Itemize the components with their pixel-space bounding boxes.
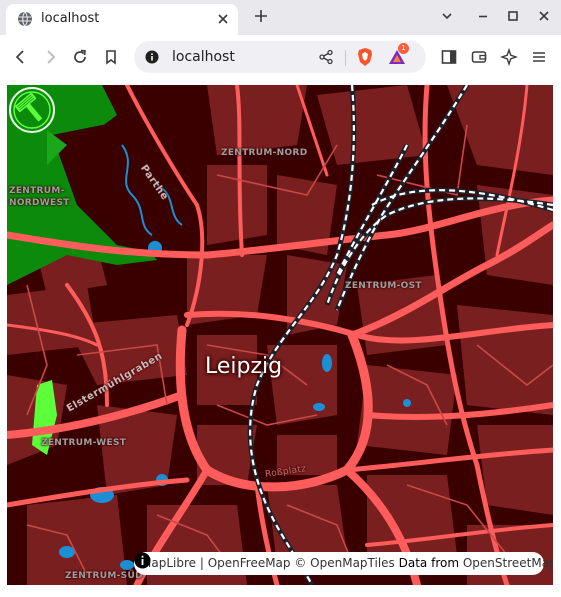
district-label-zentrum-ost: ZENTRUM-OST	[345, 281, 422, 291]
omnibox-divider	[345, 50, 346, 66]
bookmark-icon[interactable]	[102, 48, 120, 66]
district-label-zentrum-nord: ZENTRUM-NORD	[221, 148, 308, 158]
attribution-info-icon[interactable]	[134, 552, 151, 569]
map-layers	[7, 85, 553, 585]
maximize-icon[interactable]	[506, 9, 520, 23]
attribution-separator: |	[196, 556, 208, 570]
district-label-zentrum-sued: ZENTRUM-SÜD	[65, 571, 143, 581]
district-label-zentrum-west: ZENTRUM-WEST	[41, 438, 127, 448]
openmaptiles-link[interactable]: OpenMapTiles	[310, 556, 395, 570]
openfreemap-link[interactable]: OpenFreeMap	[208, 556, 291, 570]
attribution-copyright: ©	[290, 556, 311, 570]
share-icon[interactable]	[318, 49, 334, 65]
new-tab-icon[interactable]	[253, 8, 269, 24]
attribution-data-from: Data from	[394, 556, 463, 570]
city-label: Leipzig	[205, 354, 283, 379]
brave-shields-icon[interactable]	[356, 47, 374, 67]
browser-toolbar: localhost 1	[0, 35, 561, 79]
leo-ai-icon[interactable]	[500, 48, 518, 66]
close-tab-icon[interactable]	[216, 12, 230, 26]
tab-title: localhost	[41, 11, 100, 26]
minimize-icon[interactable]	[476, 9, 490, 23]
back-icon[interactable]	[12, 48, 30, 66]
url-text[interactable]: localhost	[172, 48, 235, 66]
wallet-icon[interactable]	[470, 48, 488, 66]
browser-tab[interactable]: localhost	[6, 4, 238, 35]
tab-search-chevron-icon[interactable]	[440, 9, 454, 23]
sidebar-icon[interactable]	[440, 48, 458, 66]
forward-icon[interactable]	[41, 48, 59, 66]
address-bar[interactable]: localhost 1	[134, 41, 426, 73]
district-label-zentrum-nordwest-2: NORDWEST	[9, 198, 70, 208]
hammer-icon[interactable]	[7, 85, 57, 135]
menu-icon[interactable]	[530, 48, 548, 66]
site-info-icon[interactable]	[145, 50, 159, 64]
openstreetmap-link[interactable]: OpenStreetMap	[463, 556, 553, 570]
close-window-icon[interactable]	[537, 9, 551, 23]
map-attribution: MapLibre | OpenFreeMap © OpenMapTiles Da…	[134, 552, 553, 575]
map-canvas[interactable]: ZENTRUM-NORD ZENTRUM- NORDWEST ZENTRUM-O…	[7, 85, 553, 585]
globe-icon	[18, 11, 32, 27]
reload-icon[interactable]	[71, 48, 89, 66]
tab-strip: localhost	[0, 0, 561, 35]
rewards-badge: 1	[398, 43, 409, 54]
district-label-zentrum-nordwest-1: ZENTRUM-	[9, 186, 65, 196]
